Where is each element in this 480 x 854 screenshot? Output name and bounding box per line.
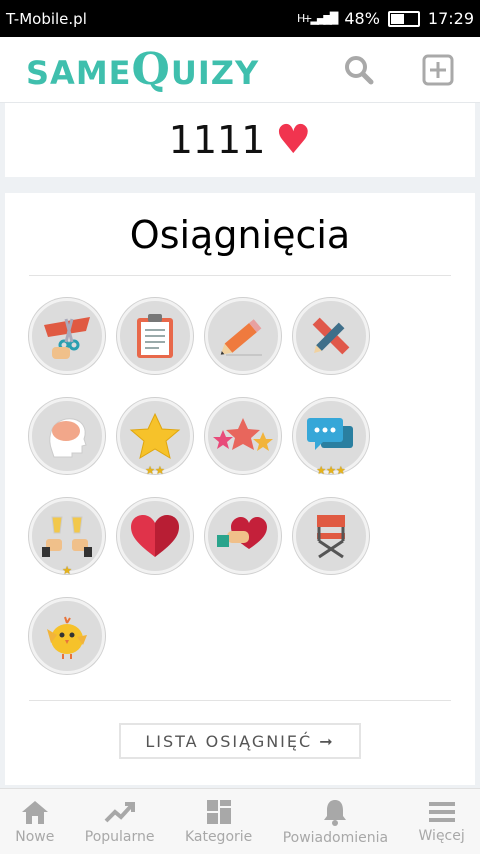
director-chair-icon [309, 511, 353, 561]
clock: 17:29 [427, 9, 474, 28]
status-bar: T-Mobile.pl H+▂▄▆█ 48% 17:29 [0, 0, 480, 37]
achievement-badge[interactable] [205, 498, 281, 574]
nav-new[interactable]: Nowe [15, 799, 54, 845]
chat-bubbles-icon [305, 414, 357, 458]
achievement-badge[interactable]: ★ [29, 498, 105, 577]
battery-percent: 48% [344, 9, 380, 28]
categories-icon [206, 799, 231, 824]
achievement-badge[interactable] [293, 498, 369, 574]
achievement-badge[interactable] [205, 398, 281, 474]
home-icon [21, 800, 48, 824]
achievement-badge[interactable] [117, 298, 193, 374]
star-icon [128, 411, 182, 461]
achievements-list-button[interactable]: LISTA OSIĄGNIĘĆ ➞ [119, 723, 361, 759]
bell-icon [324, 799, 347, 826]
clipboard-icon [133, 312, 177, 360]
badge-level-stars: ★★ [145, 464, 165, 477]
achievements-panel: Osiągnięcia ★★ ★★★ ★ LISTA OSIĄGNIĘĆ ➞ [5, 193, 475, 785]
nav-notifications[interactable]: Powiadomienia [283, 798, 388, 846]
brain-head-icon [42, 411, 92, 461]
likes-panel: 1111 ♥ [5, 103, 475, 177]
nav-popular[interactable]: Popularne [85, 799, 155, 845]
trending-icon [104, 801, 135, 822]
achievement-badge[interactable] [29, 598, 105, 674]
carrier: T-Mobile.pl [6, 9, 87, 28]
nav-categories[interactable]: Kategorie [185, 799, 252, 845]
achievement-badge[interactable] [293, 298, 369, 374]
scissors-ribbon-icon [42, 311, 92, 361]
toast-glasses-icon [42, 511, 92, 561]
badge-level-stars: ★★★ [316, 464, 346, 477]
achievement-badge[interactable] [29, 298, 105, 374]
achievements-row: ★ [29, 498, 451, 598]
achievement-badge[interactable]: ★★ [117, 398, 193, 477]
logo[interactable]: SAMEQUIZY [26, 44, 259, 95]
achievements-row: ★★ ★★★ [29, 398, 451, 498]
achievements-grid: ★★ ★★★ ★ [29, 276, 451, 698]
achievements-row [29, 598, 451, 698]
app-bar: SAMEQUIZY [0, 37, 480, 103]
divider [29, 700, 451, 701]
nav-more[interactable]: Więcej [419, 800, 465, 844]
hand-heart-icon [215, 513, 271, 559]
likes-count: 1111 [168, 118, 266, 162]
menu-icon [428, 801, 455, 822]
achievement-badge[interactable]: ★★★ [293, 398, 369, 477]
signal-icon: H+▂▄▆█ [296, 12, 338, 25]
pencil-ruler-icon [306, 311, 356, 361]
search-icon[interactable] [344, 55, 374, 85]
heart-icon [129, 513, 181, 559]
achievements-row [29, 298, 451, 398]
achievement-badge[interactable] [29, 398, 105, 474]
achievement-badge[interactable] [205, 298, 281, 374]
achievements-title: Osiągnięcia [29, 193, 451, 276]
add-icon[interactable] [422, 54, 454, 86]
chick-icon [41, 611, 93, 661]
battery-icon [387, 10, 420, 27]
heart-icon: ♥ [275, 117, 312, 163]
achievement-badge[interactable] [117, 498, 193, 574]
pencil-icon [218, 311, 268, 361]
bottom-nav: Nowe Popularne Kategorie Powiadomienia W… [0, 788, 480, 854]
three-stars-icon [213, 416, 273, 456]
badge-level-stars: ★ [62, 564, 72, 577]
